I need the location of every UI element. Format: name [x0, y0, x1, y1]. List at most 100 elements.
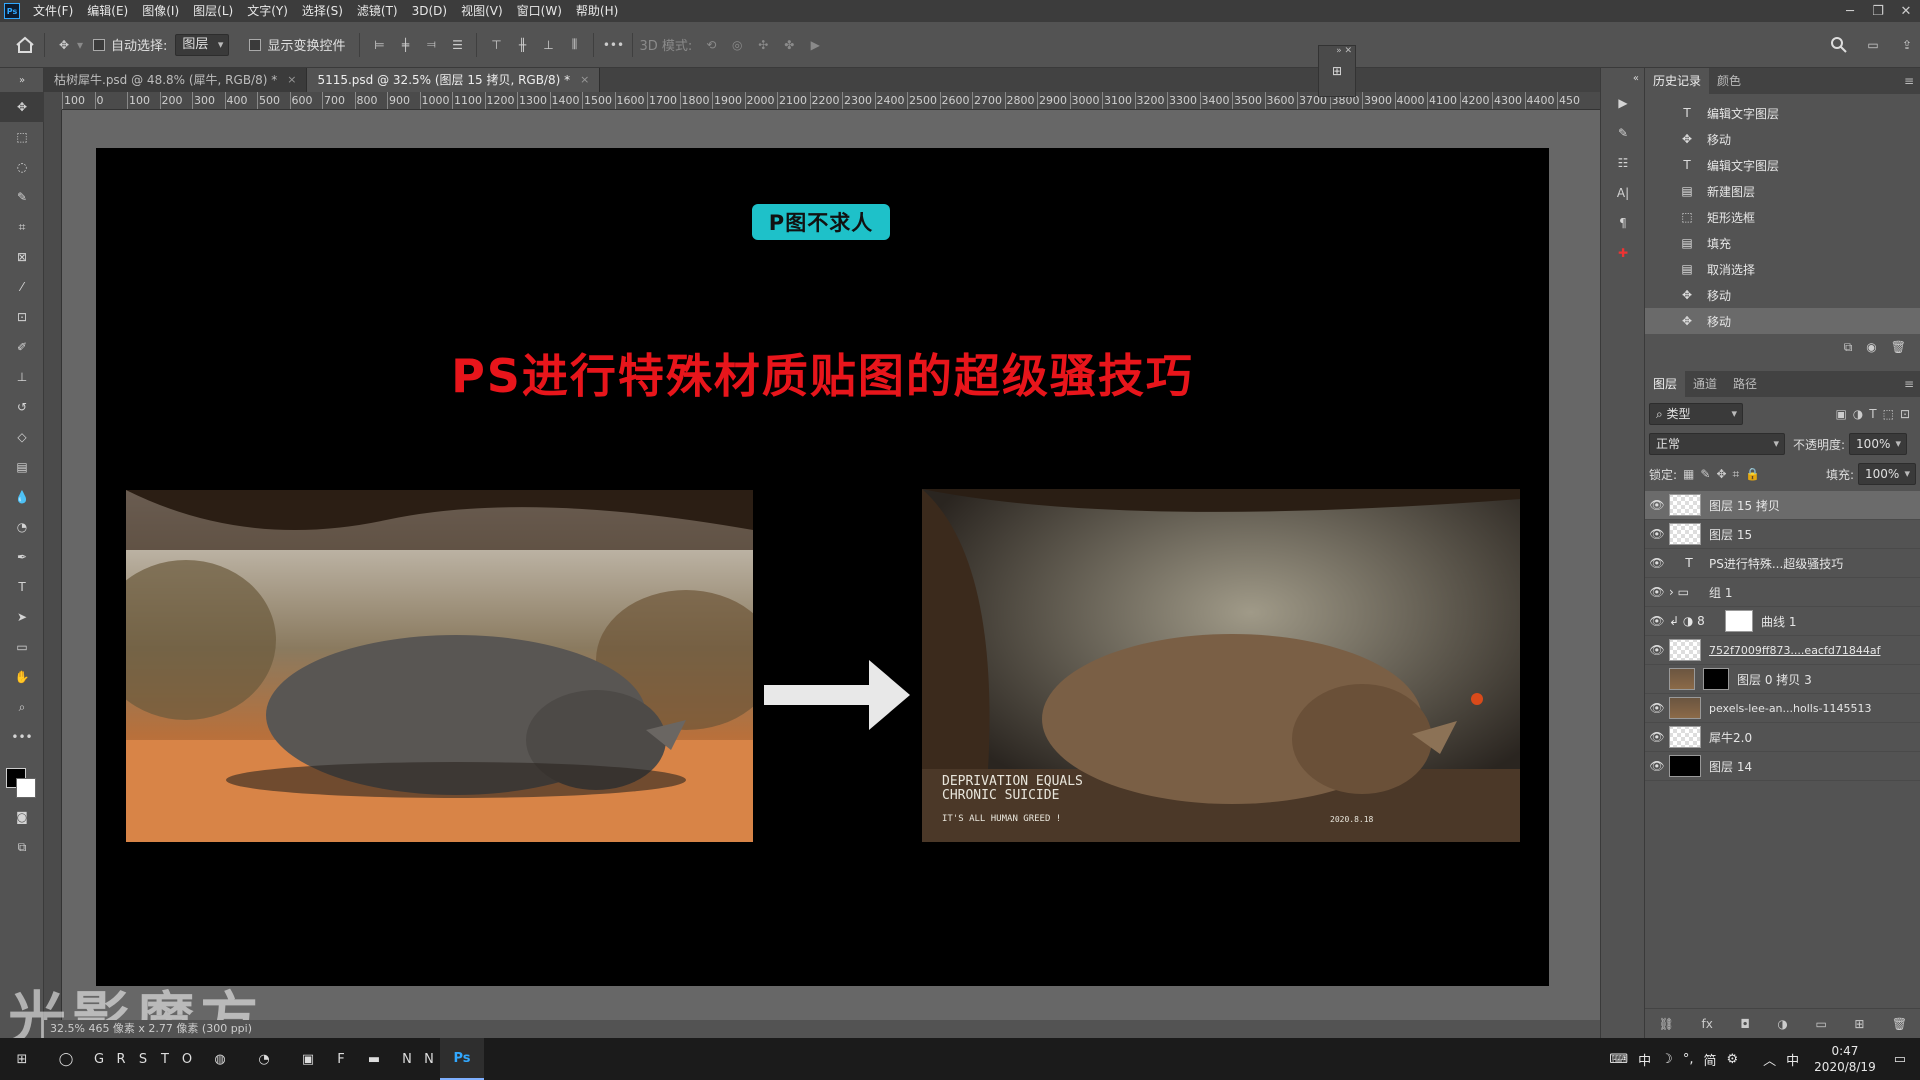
3d-pan-icon[interactable]: ✣ — [750, 32, 776, 58]
folder-icon[interactable]: › ▭ — [1669, 585, 1709, 599]
chrome-icon[interactable]: ◍ — [198, 1038, 242, 1080]
history-item[interactable]: ✥ 移动 — [1645, 308, 1920, 334]
brush-settings-icon[interactable]: ✎ — [1601, 118, 1645, 148]
blend-mode-dropdown[interactable]: 正常 — [1649, 433, 1785, 455]
character-icon[interactable]: A| — [1601, 178, 1645, 208]
shape-tool-icon[interactable]: ▭ — [0, 632, 44, 662]
taskbar-app[interactable]: T — [154, 1038, 176, 1080]
type-tool-icon[interactable]: T — [0, 572, 44, 602]
history-item[interactable]: ✥ 移动 — [1645, 126, 1920, 152]
menu-edit[interactable]: 编辑(E) — [80, 0, 135, 22]
lasso-tool-icon[interactable]: ◌ — [0, 152, 44, 182]
align-middle-v-icon[interactable]: ╫ — [509, 32, 535, 58]
eye-icon[interactable]: 👁 — [1645, 701, 1669, 715]
align-right-icon[interactable]: ⫤ — [418, 32, 444, 58]
marquee-tool-icon[interactable]: ⬚ — [0, 122, 44, 152]
tab-color[interactable]: 颜色 — [1709, 68, 1749, 94]
more-options-icon[interactable]: ••• — [600, 32, 626, 58]
layer-row[interactable]: 👁 犀牛2.0 — [1645, 723, 1920, 752]
history-item[interactable]: ⬚ 矩形选框 — [1645, 204, 1920, 230]
add-mask-icon[interactable]: ◘ — [1740, 1017, 1750, 1031]
collapse-dock-icon[interactable]: « — [1601, 68, 1645, 88]
panel-close-icon[interactable]: » ✕ — [1319, 46, 1355, 56]
blur-tool-icon[interactable]: 💧 — [0, 482, 44, 512]
recorder-icon[interactable]: ▣ — [286, 1038, 330, 1080]
search-icon[interactable]: ◯ — [44, 1038, 88, 1080]
background-color-swatch[interactable] — [16, 778, 36, 798]
taskbar-app[interactable]: G — [88, 1038, 110, 1080]
home-icon[interactable] — [12, 32, 38, 58]
menu-image[interactable]: 图像(I) — [135, 0, 186, 22]
tab-document-1[interactable]: 枯树犀牛.psd @ 48.8% (犀牛, RGB/8) * × — [44, 68, 308, 92]
history-item[interactable]: ✥ 移动 — [1645, 282, 1920, 308]
ime-indicator[interactable]: 中 — [1638, 1050, 1651, 1069]
gradient-tool-icon[interactable]: ▤ — [0, 452, 44, 482]
history-item[interactable]: T 编辑文字图层 — [1645, 100, 1920, 126]
3d-camera-icon[interactable]: ▶ — [802, 32, 828, 58]
floating-panel[interactable]: » ✕ ⊞ — [1318, 45, 1356, 97]
notification-icon[interactable]: ▭ — [1894, 1052, 1906, 1067]
link-layers-icon[interactable]: ⛓ — [1659, 1017, 1674, 1031]
eye-icon[interactable]: 👁 — [1645, 759, 1669, 773]
path-select-tool-icon[interactable]: ➤ — [0, 602, 44, 632]
eye-icon[interactable]: 👁 — [1645, 643, 1669, 657]
taskbar-app[interactable]: N — [418, 1038, 440, 1080]
history-item[interactable]: T 编辑文字图层 — [1645, 152, 1920, 178]
distribute-h-icon[interactable]: ⫼ — [561, 32, 587, 58]
menu-view[interactable]: 视图(V) — [454, 0, 510, 22]
eye-icon[interactable]: 👁 — [1645, 527, 1669, 541]
tab-history[interactable]: 历史记录 — [1645, 68, 1710, 94]
menu-window[interactable]: 窗口(W) — [510, 0, 569, 22]
taskbar-app[interactable]: S — [132, 1038, 154, 1080]
edit-toolbar-icon[interactable]: ••• — [0, 722, 44, 752]
align-left-icon[interactable]: ⊨ — [366, 32, 392, 58]
eye-icon[interactable]: 👁 — [1645, 614, 1669, 628]
share-icon[interactable]: ⇪ — [1894, 32, 1920, 58]
layer-row[interactable]: 图层 0 拷贝 3 — [1645, 665, 1920, 694]
search-icon[interactable] — [1826, 32, 1852, 58]
new-layer-icon[interactable]: ⊞ — [1854, 1017, 1864, 1031]
eye-icon[interactable]: 👁 — [1645, 556, 1669, 570]
menu-3d[interactable]: 3D(D) — [405, 0, 454, 22]
show-transform-checkbox[interactable] — [249, 38, 262, 51]
layer-row[interactable]: 👁 图层 15 — [1645, 520, 1920, 549]
menu-select[interactable]: 选择(S) — [295, 0, 350, 22]
taskbar-app[interactable]: N — [396, 1038, 418, 1080]
tab-paths[interactable]: 路径 — [1725, 371, 1765, 397]
history-brush-tool-icon[interactable]: ↺ — [0, 392, 44, 422]
panel-menu-icon[interactable]: ≡ — [1904, 74, 1920, 88]
keyboard-icon[interactable]: ⌨ — [1609, 1052, 1628, 1067]
close-icon[interactable]: ✕ — [1892, 0, 1920, 22]
start-icon[interactable]: ⊞ — [0, 1038, 44, 1080]
horizontal-ruler[interactable]: 100 0 100 200 300 400 500 600 700 800 900 1000 1100 1… — [62, 92, 1600, 110]
adjustments-icon[interactable]: ☷ — [1601, 148, 1645, 178]
punctuation-icon[interactable]: °, — [1683, 1052, 1694, 1067]
workspace-icon[interactable]: ▭ — [1860, 32, 1886, 58]
minimize-icon[interactable]: ─ — [1836, 0, 1864, 22]
eye-icon[interactable]: 👁 — [1645, 498, 1669, 512]
expand-toolbar-icon[interactable]: » — [0, 68, 44, 92]
opacity-input[interactable]: 100% — [1849, 433, 1908, 455]
eye-icon[interactable]: 👁 — [1645, 585, 1669, 599]
history-item[interactable]: ▤ 填充 — [1645, 230, 1920, 256]
delete-layer-icon[interactable]: 🗑 — [1892, 1017, 1907, 1031]
file-explorer-icon[interactable]: ▬ — [352, 1038, 396, 1080]
chevron-down-icon[interactable]: ▾ — [77, 38, 83, 52]
healing-brush-tool-icon[interactable]: ⊡ — [0, 302, 44, 332]
panel-menu-icon[interactable]: ≡ — [1904, 377, 1920, 391]
fx-icon[interactable]: fx — [1702, 1017, 1713, 1031]
tab-document-2[interactable]: 5115.psd @ 32.5% (图层 15 拷贝, RGB/8) * × — [307, 68, 601, 92]
align-bottom-icon[interactable]: ⊥ — [535, 32, 561, 58]
photoshop-taskbar-icon[interactable]: Ps — [440, 1038, 484, 1080]
quick-select-tool-icon[interactable]: ✎ — [0, 182, 44, 212]
tab-channels[interactable]: 通道 — [1685, 371, 1725, 397]
menu-filter[interactable]: 滤镜(T) — [350, 0, 405, 22]
layer-row[interactable]: 👁 › ▭ 组 1 — [1645, 578, 1920, 607]
new-group-icon[interactable]: ▭ — [1815, 1017, 1826, 1031]
pen-tool-icon[interactable]: ✒ — [0, 542, 44, 572]
eye-icon[interactable]: 👁 — [1645, 730, 1669, 744]
crop-tool-icon[interactable]: ⌗ — [0, 212, 44, 242]
fill-input[interactable]: 100% — [1858, 463, 1916, 485]
quick-mask-icon[interactable]: ◙ — [0, 802, 44, 832]
history-item[interactable]: ▤ 取消选择 — [1645, 256, 1920, 282]
